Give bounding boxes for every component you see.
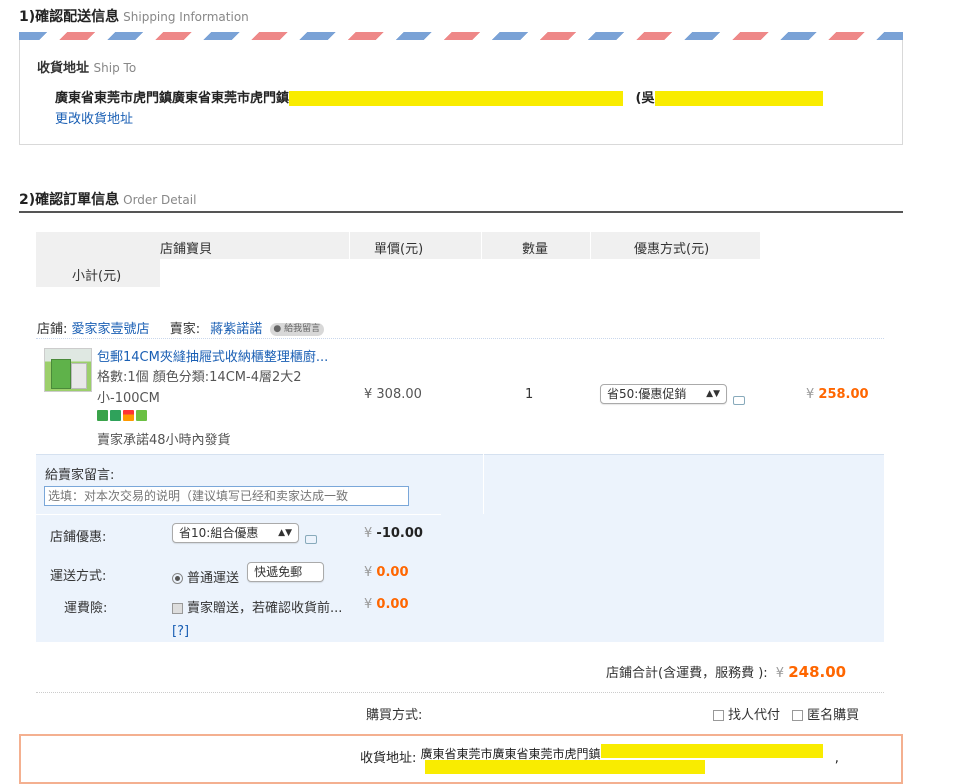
order-title-en: Order Detail <box>123 193 197 207</box>
address-redaction <box>289 91 624 106</box>
address-text: 廣東省東莞市虎門鎮廣東省東莞市虎門鎮 <box>55 91 290 106</box>
insurance-label: 運費險: <box>64 601 108 616</box>
seller-memo-input[interactable] <box>44 486 409 506</box>
store-total: 店鋪合計(含運費，服務費 ): ¥ 248.00 <box>606 663 847 681</box>
store-discount-info-icon[interactable] <box>305 535 317 544</box>
shipping-method-select[interactable]: 快遞免郵▲▼ <box>247 562 325 582</box>
order-divider <box>19 211 903 213</box>
item-discount-row: 省50:優惠促銷 ▲▼ <box>600 384 745 408</box>
shipping-title: 1)確認配送信息 <box>19 9 120 25</box>
purchase-method-label: 購買方式: <box>366 708 423 723</box>
order-options-panel <box>36 454 884 642</box>
change-address-link[interactable]: 更改收貨地址 <box>55 108 133 127</box>
seven-day-return-icon[interactable] <box>97 410 108 421</box>
credit-card-icon[interactable] <box>123 410 134 421</box>
purchase-options: 找人代付 匿名購買 <box>713 704 859 723</box>
insurance-row: 賣家贈送，若確認收貨前... <box>172 597 342 616</box>
shipping-amount: ¥ 0.00 <box>364 565 409 580</box>
item-title-link[interactable]: 包郵14CM夾縫抽屜式收納櫃整理櫃廚... <box>97 346 328 365</box>
item-thumbnail[interactable] <box>44 348 92 392</box>
item-spec-line2: 小-100CM <box>97 391 160 406</box>
order-title: 2)確認訂單信息 <box>19 192 120 208</box>
guarantee-icon[interactable] <box>110 410 121 421</box>
select-arrow-icon: ▲▼ <box>303 580 317 581</box>
store-discount-row: 省10:組合優惠 ▲▼ <box>172 523 317 547</box>
final-address-label: 收貨地址: <box>360 751 417 766</box>
shipping-method-label: 運送方式: <box>50 569 107 584</box>
item-spec-line1: 格數:1個 顏色分類:14CM-4層2大2 <box>97 370 302 385</box>
envelope-border <box>19 32 903 40</box>
item-ship-promise: 賣家承諾48小時內發貨 <box>97 433 231 448</box>
recipient-redaction <box>654 91 823 106</box>
item-subtotal: ¥ 258.00 <box>806 387 869 402</box>
order-section-title: 2)確認訂單信息 Order Detail <box>19 189 196 209</box>
recipient-name: (吳 <box>635 91 655 106</box>
store-discount-select[interactable]: 省10:組合優惠 ▲▼ <box>172 523 299 543</box>
insurance-checkbox[interactable] <box>172 603 183 614</box>
pay-for-me-checkbox[interactable] <box>713 710 724 721</box>
store-discount-amount: ¥ -10.00 <box>364 526 423 541</box>
col-item: 店鋪寶貝 <box>160 242 213 257</box>
item-unit-price: ¥ 308.00 <box>364 387 422 402</box>
final-address-text: 廣東省東莞市廣東省東莞市虎門鎮 <box>420 747 601 761</box>
shipping-title-en: Shipping Information <box>123 10 249 24</box>
store-row: 店鋪: 愛家家壹號店 賣家: 蔣紫諾諾 ● 給我留言 <box>37 318 325 337</box>
anonymous-checkbox[interactable] <box>792 710 804 721</box>
final-address-redaction-2 <box>425 760 705 774</box>
col-subtotal: 小計(元) <box>72 269 122 284</box>
message-seller-button[interactable]: ● 給我留言 <box>270 323 325 336</box>
select-arrow-icon: ▲▼ <box>278 528 292 538</box>
item-service-badges <box>97 408 149 423</box>
store-name-link[interactable]: 愛家家壹號店 <box>72 322 150 337</box>
col-unit-price: 單價(元) <box>374 242 424 257</box>
col-quantity: 數量 <box>522 242 549 257</box>
shipping-radio[interactable] <box>172 573 183 584</box>
insurance-help-link[interactable]: [?] <box>172 624 189 639</box>
ship-to-address: 廣東省東莞市虎門鎮廣東省東莞市虎門鎮 (吳 <box>55 87 823 106</box>
ship-to-heading: 收貨地址 Ship To <box>37 61 137 76</box>
select-arrow-icon: ▲▼ <box>706 389 720 399</box>
insurance-amount: ¥ 0.00 <box>364 597 409 612</box>
item-quantity: 1 <box>525 387 534 402</box>
final-address-redaction <box>600 744 823 758</box>
shipping-method-row: 普通運送 快遞免郵▲▼ <box>172 562 325 586</box>
col-discount: 優惠方式(元) <box>634 242 710 257</box>
shipping-section-title: 1)確認配送信息 Shipping Information <box>19 6 249 26</box>
genuine-icon[interactable] <box>136 410 147 421</box>
item-discount-select[interactable]: 省50:優惠促銷 ▲▼ <box>600 384 727 404</box>
store-discount-label: 店鋪優惠: <box>50 530 107 545</box>
seller-name-link[interactable]: 蔣紫諾諾 <box>210 322 262 337</box>
seller-memo-label: 給賣家留言: <box>45 468 115 483</box>
discount-info-icon[interactable] <box>733 396 745 405</box>
